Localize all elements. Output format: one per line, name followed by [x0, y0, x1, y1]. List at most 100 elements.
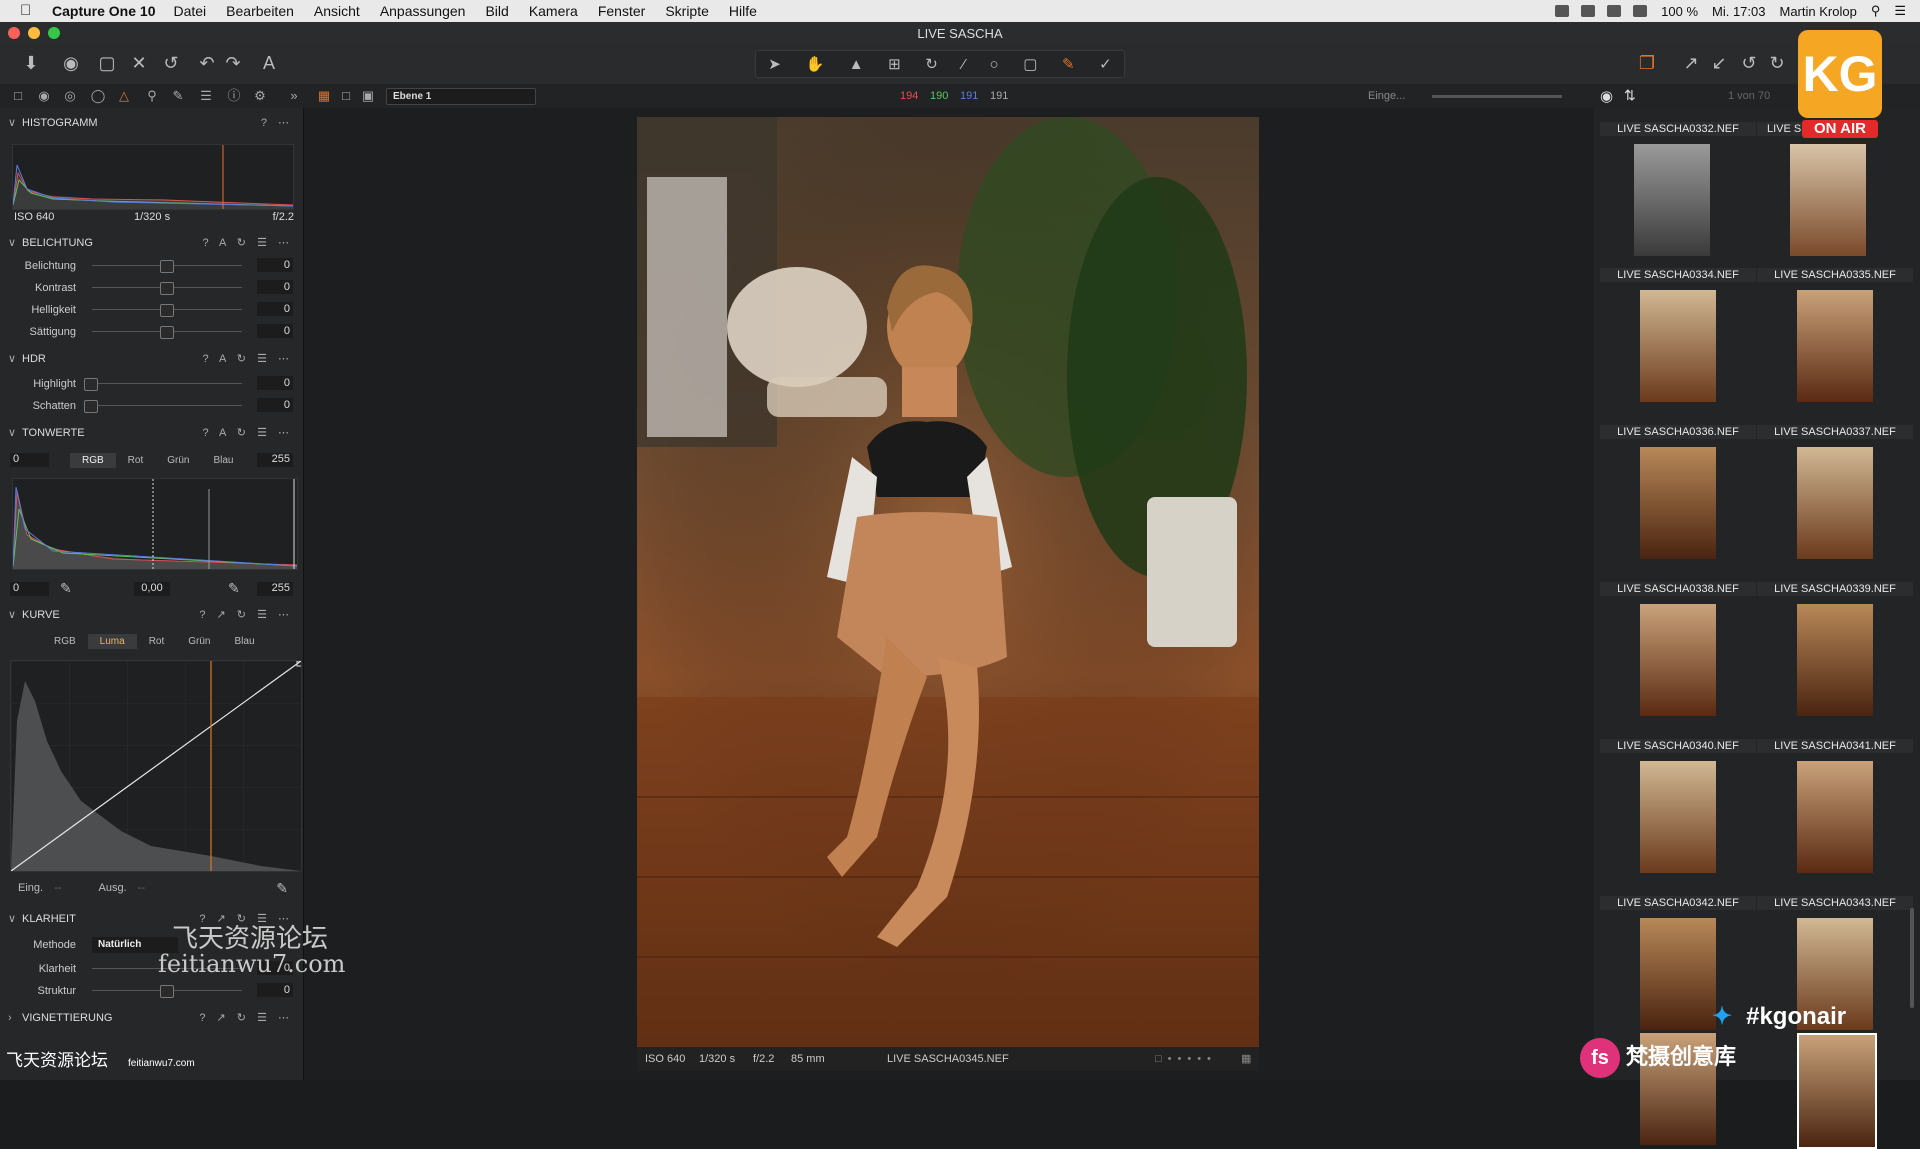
- menu-kamera[interactable]: Kamera: [529, 3, 578, 19]
- histogram-header[interactable]: ∨ HISTOGRAMM ? ⋯: [0, 114, 303, 132]
- camera-icon[interactable]: ◉: [60, 52, 82, 74]
- section-tools[interactable]: ? ↗ ↻ ☰ ⋯: [199, 606, 293, 624]
- photo-rating[interactable]: □•••••: [1155, 1047, 1217, 1071]
- levels-output-low[interactable]: 0: [10, 582, 49, 596]
- rotate-tool-icon[interactable]: ↻: [925, 55, 938, 73]
- photo-color-tag[interactable]: ▦: [1241, 1047, 1251, 1071]
- lens-tab-icon[interactable]: ◎: [62, 89, 78, 103]
- tab-rgb[interactable]: RGB: [42, 634, 88, 649]
- hdr-header[interactable]: ∨ HDR ? A ↻ ☰ ⋯: [0, 350, 303, 368]
- apply-icon[interactable]: ↗: [1680, 52, 1702, 74]
- delete-icon[interactable]: ✕: [128, 52, 150, 74]
- brush-tool-icon[interactable]: ✎: [1062, 55, 1075, 73]
- levels-input-high[interactable]: 255: [257, 453, 293, 467]
- thumbnail-cell[interactable]: LIVE SASCHA0337.NEF: [1757, 425, 1913, 581]
- compare-view-icon[interactable]: ▣: [360, 89, 376, 103]
- levels-input-low[interactable]: 0: [10, 453, 49, 467]
- volume-icon[interactable]: [1633, 5, 1648, 17]
- curve-editor[interactable]: [10, 660, 303, 872]
- brightness-value[interactable]: 0: [257, 302, 293, 316]
- menu-fenster[interactable]: Fenster: [598, 3, 645, 19]
- output-tab-icon[interactable]: ☰: [198, 89, 214, 103]
- slider-knob[interactable]: [160, 304, 174, 317]
- menu-ansicht[interactable]: Ansicht: [314, 3, 360, 19]
- app-menu[interactable]: Capture One 10: [52, 3, 155, 19]
- tab-blue[interactable]: Blau: [222, 634, 266, 649]
- menu-bearbeiten[interactable]: Bearbeiten: [226, 3, 294, 19]
- structure-value[interactable]: 0: [257, 983, 293, 997]
- library-tab-icon[interactable]: □: [10, 89, 26, 103]
- thumbnail[interactable]: [1634, 144, 1710, 256]
- thumbnail[interactable]: [1640, 604, 1716, 716]
- crop-tool-icon[interactable]: ⊞: [888, 55, 901, 73]
- thumbnail[interactable]: [1640, 290, 1716, 402]
- layer-select[interactable]: Ebene 1: [386, 88, 536, 105]
- thumbnail-cell[interactable]: LIVE SASCHA0339.NEF: [1757, 582, 1913, 738]
- curve-svg[interactable]: [10, 660, 303, 872]
- copy-icon[interactable]: ↙: [1708, 52, 1730, 74]
- curve-picker-icon[interactable]: ✎: [276, 880, 288, 897]
- eye-icon[interactable]: ◉: [1600, 87, 1613, 105]
- thumbnail[interactable]: [1640, 918, 1716, 1030]
- details-tab-icon[interactable]: ⚲: [144, 89, 160, 103]
- grid-view-icon[interactable]: ▦: [316, 89, 332, 103]
- vignette-header[interactable]: › VIGNETTIERUNG ? ↗ ↻ ☰ ⋯: [0, 1009, 303, 1027]
- tab-red[interactable]: Rot: [137, 634, 177, 649]
- notification-icon[interactable]: ☰: [1894, 3, 1906, 19]
- black-picker-icon[interactable]: ✎: [60, 580, 72, 597]
- contrast-value[interactable]: 0: [257, 280, 293, 294]
- picker-tool-icon[interactable]: ✓: [1099, 55, 1112, 73]
- thumbnail[interactable]: [1797, 447, 1873, 559]
- section-tools[interactable]: ? A ↻ ☰ ⋯: [202, 350, 293, 368]
- menu-hilfe[interactable]: Hilfe: [729, 3, 757, 19]
- section-tools[interactable]: ? A ↻ ☰ ⋯: [202, 424, 293, 442]
- slider-knob[interactable]: [84, 400, 98, 413]
- rotate-right-icon[interactable]: ↻: [1766, 52, 1788, 74]
- thumbnail-cell[interactable]: LIVE SASCHA0336.NEF: [1600, 425, 1756, 581]
- select-tool-icon[interactable]: ➤: [768, 55, 781, 73]
- menu-skripte[interactable]: Skripte: [665, 3, 709, 19]
- thumbnail-cell[interactable]: LIVE SASCHA0338.NEF: [1600, 582, 1756, 738]
- close-window-button[interactable]: [8, 27, 20, 39]
- tab-red[interactable]: Rot: [116, 453, 156, 468]
- menu-datei[interactable]: Datei: [173, 3, 206, 19]
- shadow-slider[interactable]: [92, 405, 242, 406]
- thumbnail[interactable]: [1797, 761, 1873, 873]
- slider-knob[interactable]: [160, 326, 174, 339]
- minimize-window-button[interactable]: [28, 27, 40, 39]
- exposure-header[interactable]: ∨ BELICHTUNG ? A ↻ ☰ ⋯: [0, 234, 303, 252]
- highlight-value[interactable]: 0: [257, 376, 293, 390]
- wifi-icon[interactable]: [1607, 5, 1622, 17]
- levels-midtone[interactable]: 0,00: [134, 582, 170, 596]
- thumbnail[interactable]: [1797, 604, 1873, 716]
- thumbnail-cell[interactable]: LIVE SASCHA0340.NEF: [1600, 739, 1756, 895]
- sort-icon[interactable]: ⇅: [1624, 87, 1636, 104]
- thumbnail-cell[interactable]: LIVE SASCHA0335.NEF: [1757, 268, 1913, 424]
- thumbnail[interactable]: [1790, 144, 1866, 256]
- metadata-tab-icon[interactable]: ⓘ: [226, 89, 242, 103]
- thumbnail[interactable]: [1797, 290, 1873, 402]
- tab-blue[interactable]: Blau: [201, 453, 245, 468]
- capture-tab-icon[interactable]: ◉: [36, 89, 52, 103]
- slider-knob[interactable]: [160, 260, 174, 273]
- highlight-slider[interactable]: [92, 383, 242, 384]
- tab-luma[interactable]: Luma: [87, 634, 137, 649]
- pan-tool-icon[interactable]: ✋: [805, 55, 824, 73]
- text-icon[interactable]: A: [258, 52, 280, 74]
- settings-tab-icon[interactable]: ⚙: [252, 89, 268, 103]
- thumbnail-cell[interactable]: LIVE SASCHA0341.NEF: [1757, 739, 1913, 895]
- levels-header[interactable]: ∨ TONWERTE ? A ↻ ☰ ⋯: [0, 424, 303, 442]
- keystone-tool-icon[interactable]: ⁄: [962, 56, 965, 73]
- slider-knob[interactable]: [160, 282, 174, 295]
- thumbnail-cell[interactable]: LIVE SASCHA0334.NEF: [1600, 268, 1756, 424]
- import-icon[interactable]: ⬇: [20, 52, 42, 74]
- section-tools[interactable]: ? ⋯: [261, 114, 293, 132]
- tab-green[interactable]: Grün: [155, 453, 201, 468]
- slider-knob[interactable]: [160, 985, 174, 998]
- curve-header[interactable]: ∨ KURVE ? ↗ ↻ ☰ ⋯: [0, 606, 303, 624]
- menu-bild[interactable]: Bild: [485, 3, 508, 19]
- section-tools[interactable]: ? A ↻ ☰ ⋯: [202, 234, 293, 252]
- browser-scrollbar[interactable]: [1910, 908, 1914, 1008]
- battery-percent[interactable]: 100 %: [1661, 4, 1698, 19]
- shadow-value[interactable]: 0: [257, 398, 293, 412]
